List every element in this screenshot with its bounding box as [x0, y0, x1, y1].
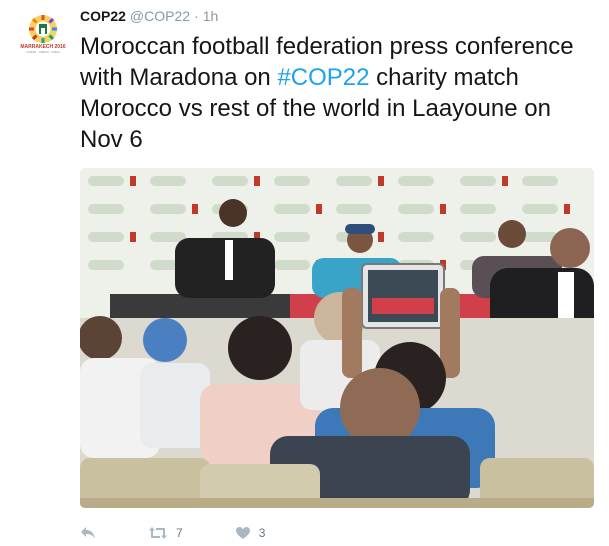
- avatar[interactable]: MARRAKECH 2016 COP22 · CMP12 · CMA1: [20, 14, 66, 60]
- press-conference-photo: [80, 168, 594, 508]
- tweet-photo[interactable]: [80, 168, 594, 508]
- retweet-button[interactable]: 7: [148, 526, 183, 540]
- cop22-logo-icon: [29, 15, 57, 43]
- reply-icon: [81, 527, 95, 539]
- tweet-text: Moroccan football federation press confe…: [80, 31, 600, 155]
- action-bar: 7 3: [80, 522, 317, 544]
- tweet-timestamp[interactable]: 1h: [203, 8, 219, 24]
- tweet-header: COP22 @COP22 · 1h: [80, 8, 218, 28]
- reply-button[interactable]: [80, 526, 96, 540]
- hashtag-link[interactable]: #COP22: [277, 64, 369, 91]
- like-button[interactable]: 3: [235, 526, 266, 540]
- like-count: 3: [258, 526, 266, 540]
- tweet-card: MARRAKECH 2016 COP22 · CMP12 · CMA1 COP2…: [0, 0, 609, 546]
- heart-icon: [235, 527, 250, 539]
- author-handle[interactable]: @COP22: [130, 8, 190, 24]
- author-name[interactable]: COP22: [80, 8, 126, 24]
- logo-subtext: COP22 · CMP12 · CMA1: [26, 50, 60, 54]
- retweet-count: 7: [176, 526, 183, 540]
- retweet-icon: [149, 527, 167, 539]
- separator-dot: ·: [194, 8, 199, 24]
